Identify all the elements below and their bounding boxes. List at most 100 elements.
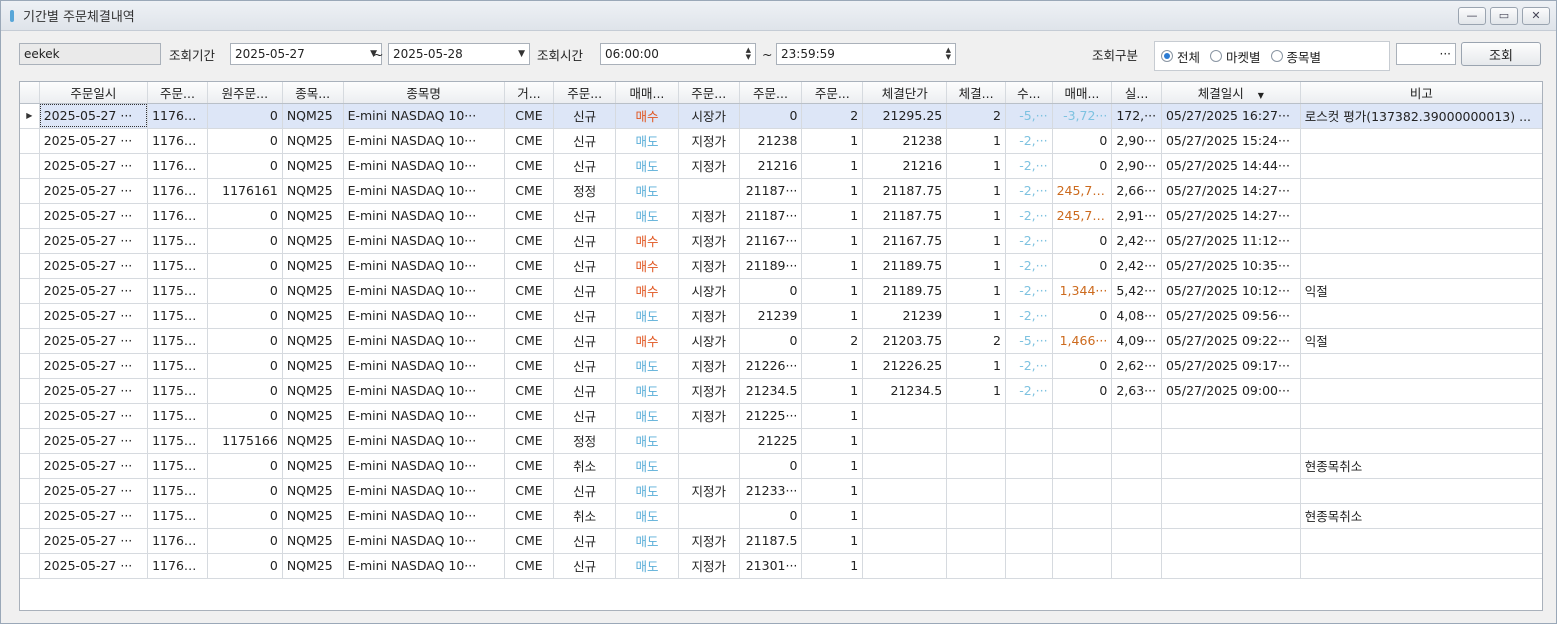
cell-original-order-no[interactable]: 0 xyxy=(207,353,283,379)
table-row[interactable]: 2025-05-27 ··· 1175166 0 NQM25 E-mini NASDAQ… xyxy=(20,403,1542,429)
cell-exec-datetime[interactable]: 05/27/2025 14:27··· xyxy=(1161,178,1301,204)
cell-exec-qty[interactable]: 1 xyxy=(946,228,1006,254)
radio-all[interactable]: 전체 xyxy=(1161,47,1200,66)
cell-order-price[interactable]: 21187··· xyxy=(739,178,803,204)
row-indicator[interactable] xyxy=(20,478,40,504)
cell-side[interactable]: 매도 xyxy=(615,478,679,504)
cell-exchange[interactable]: CME xyxy=(504,178,555,204)
cell-order-qty[interactable]: 1 xyxy=(801,153,864,179)
cell-note[interactable] xyxy=(1300,403,1542,429)
cell-order-no[interactable]: 1175106 xyxy=(147,378,208,404)
cell-price-type[interactable]: 지정가 xyxy=(678,253,740,279)
cell-exec-price[interactable] xyxy=(862,403,948,429)
cell-note[interactable] xyxy=(1300,128,1542,154)
cell-exec-datetime[interactable] xyxy=(1161,478,1301,504)
cell-symbol-name[interactable]: E-mini NASDAQ 10··· xyxy=(343,328,505,354)
date-from-picker[interactable]: 2025-05-27 ▼ xyxy=(230,43,382,65)
cell-exec-datetime[interactable] xyxy=(1161,528,1301,554)
cell-order-price[interactable]: 0 xyxy=(739,453,803,479)
cell-exchange[interactable]: CME xyxy=(504,528,555,554)
cell-pnl[interactable] xyxy=(1052,453,1113,479)
row-indicator[interactable] xyxy=(20,403,40,429)
time-to-spinner[interactable]: 23:59:59 ▲ ▼ xyxy=(776,43,956,65)
cell-fee[interactable]: -2,··· xyxy=(1005,253,1053,279)
cell-pnl[interactable]: 0 xyxy=(1052,153,1113,179)
row-indicator[interactable] xyxy=(20,278,40,304)
cell-exec-qty[interactable] xyxy=(946,503,1006,529)
cell-realized[interactable]: 2,62··· xyxy=(1111,353,1162,379)
cell-exec-qty[interactable] xyxy=(946,453,1006,479)
cell-note[interactable]: 현종목취소 xyxy=(1300,503,1542,529)
cell-exec-datetime[interactable] xyxy=(1161,503,1301,529)
cell-symbol-name[interactable]: E-mini NASDAQ 10··· xyxy=(343,178,505,204)
cell-order-type[interactable]: 신규 xyxy=(553,353,617,379)
cell-exchange[interactable]: CME xyxy=(504,278,555,304)
cell-price-type[interactable]: 지정가 xyxy=(678,528,740,554)
cell-realized[interactable]: 2,42··· xyxy=(1111,228,1162,254)
cell-exec-datetime[interactable]: 05/27/2025 15:24··· xyxy=(1161,128,1301,154)
col-header-exchange[interactable]: 거... xyxy=(504,82,555,104)
table-row[interactable]: 2025-05-27 ··· 1175168 1175166 NQM25 E-mini … xyxy=(20,428,1542,454)
cell-order-price[interactable]: 21189··· xyxy=(739,253,803,279)
maximize-button[interactable]: ▭ xyxy=(1490,6,1518,25)
cell-symbol[interactable]: NQM25 xyxy=(282,503,344,529)
cell-side[interactable]: 매도 xyxy=(615,528,679,554)
cell-exec-qty[interactable] xyxy=(946,403,1006,429)
cell-symbol[interactable]: NQM25 xyxy=(282,103,344,129)
row-indicator[interactable] xyxy=(20,503,40,529)
cell-realized[interactable] xyxy=(1111,478,1162,504)
cell-symbol[interactable]: NQM25 xyxy=(282,553,344,579)
cell-side[interactable]: 매도 xyxy=(615,403,679,429)
cell-fee[interactable]: -2,··· xyxy=(1005,303,1053,329)
cell-order-type[interactable]: 신규 xyxy=(553,103,617,129)
cell-fee[interactable]: -2,··· xyxy=(1005,378,1053,404)
cell-order-type[interactable]: 신규 xyxy=(553,153,617,179)
cell-original-order-no[interactable]: 1176161 xyxy=(207,178,283,204)
cell-note[interactable] xyxy=(1300,228,1542,254)
cell-pnl[interactable] xyxy=(1052,478,1113,504)
cell-realized[interactable] xyxy=(1111,503,1162,529)
cell-symbol-name[interactable]: E-mini NASDAQ 10··· xyxy=(343,228,505,254)
cell-exchange[interactable]: CME xyxy=(504,353,555,379)
cell-pnl[interactable]: 0 xyxy=(1052,303,1113,329)
row-indicator[interactable] xyxy=(20,553,40,579)
cell-pnl[interactable]: 1,466··· xyxy=(1052,328,1113,354)
cell-original-order-no[interactable]: 0 xyxy=(207,278,283,304)
cell-realized[interactable]: 4,08··· xyxy=(1111,303,1162,329)
cell-price-type[interactable]: 지정가 xyxy=(678,553,740,579)
search-button[interactable]: 조회 xyxy=(1461,42,1541,66)
cell-original-order-no[interactable]: 0 xyxy=(207,503,283,529)
cell-symbol-name[interactable]: E-mini NASDAQ 10··· xyxy=(343,153,505,179)
cell-side[interactable]: 매도 xyxy=(615,378,679,404)
time-from-spinner[interactable]: 06:00:00 ▲ ▼ xyxy=(600,43,756,65)
cell-side[interactable]: 매수 xyxy=(615,228,679,254)
cell-fee[interactable] xyxy=(1005,553,1053,579)
row-indicator[interactable] xyxy=(20,253,40,279)
cell-note[interactable]: 익절 xyxy=(1300,328,1542,354)
cell-realized[interactable]: 2,42··· xyxy=(1111,253,1162,279)
row-indicator[interactable] xyxy=(20,228,40,254)
cell-side[interactable]: 매수 xyxy=(615,103,679,129)
cell-exec-qty[interactable] xyxy=(946,553,1006,579)
cell-order-datetime[interactable]: 2025-05-27 ··· xyxy=(39,128,149,154)
cell-order-price[interactable]: 21225 xyxy=(739,428,803,454)
cell-order-price[interactable]: 0 xyxy=(739,503,803,529)
order-execution-grid[interactable]: 주문일시 주문... 원주문... 종목... 종목명 거... 주문... 매… xyxy=(19,81,1543,611)
row-indicator[interactable] xyxy=(20,203,40,229)
cell-note[interactable] xyxy=(1300,153,1542,179)
cell-side[interactable]: 매수 xyxy=(615,328,679,354)
cell-symbol-name[interactable]: E-mini NASDAQ 10··· xyxy=(343,253,505,279)
cell-order-qty[interactable]: 1 xyxy=(801,428,864,454)
cell-exec-price[interactable] xyxy=(862,528,948,554)
cell-original-order-no[interactable]: 1175166 xyxy=(207,428,283,454)
cell-exec-qty[interactable]: 1 xyxy=(946,178,1006,204)
cell-order-datetime[interactable]: 2025-05-27 ··· xyxy=(39,428,149,454)
table-row[interactable]: 2025-05-27 ··· 1175188 0 NQM25 E-mini NASDAQ… xyxy=(20,478,1542,504)
cell-exec-datetime[interactable]: 05/27/2025 14:27··· xyxy=(1161,203,1301,229)
spinner-arrows-icon[interactable]: ▲ ▼ xyxy=(946,47,951,61)
cell-order-type[interactable]: 취소 xyxy=(553,453,617,479)
row-indicator[interactable] xyxy=(20,303,40,329)
table-row[interactable]: 2025-05-27 ··· 1175182 0 NQM25 E-mini NASDAQ… xyxy=(20,353,1542,379)
cell-symbol[interactable]: NQM25 xyxy=(282,278,344,304)
cell-exec-qty[interactable]: 1 xyxy=(946,153,1006,179)
